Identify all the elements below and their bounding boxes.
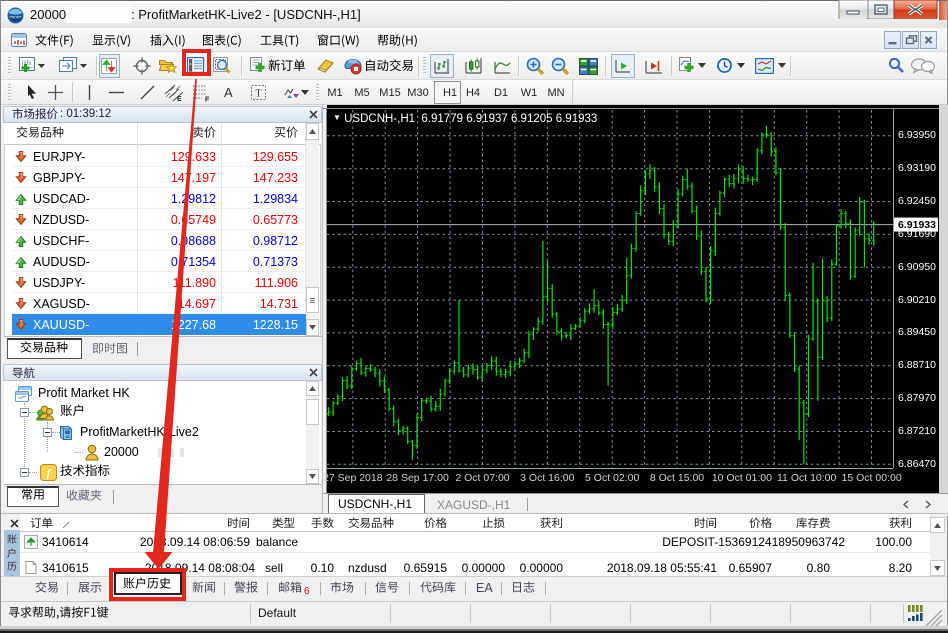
svg-text:T: T: [255, 89, 261, 100]
svg-text:PROFIT: PROFIT: [10, 15, 22, 19]
svg-text:F: F: [205, 97, 210, 103]
svg-text:E: E: [177, 96, 182, 102]
